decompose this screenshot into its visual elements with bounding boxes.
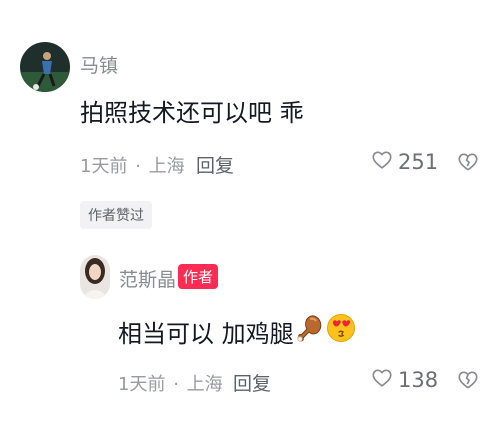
reply-avatar[interactable] [80, 255, 110, 299]
author-liked-chip: 作者赞过 [80, 201, 152, 229]
comment-location: 上海 [148, 156, 185, 177]
meta-separator: · [173, 374, 179, 395]
reply-text-row: 相当可以 加鸡腿 [118, 313, 356, 349]
meta-separator: · [135, 156, 141, 177]
broken-heart-icon [458, 371, 478, 389]
comment-text: 拍照技术还可以吧 乖 [80, 99, 304, 127]
reply-text: 相当可以 加鸡腿 [118, 319, 294, 348]
reply-like-count: 138 [398, 368, 439, 392]
reply-button[interactable]: 回复 [196, 151, 234, 178]
comment-meta: 1天前 · 上海 [80, 152, 185, 178]
author-badge: 作者 [178, 264, 219, 289]
reply-username[interactable]: 范斯晶 [119, 265, 176, 292]
reply-like-button[interactable]: 138 [371, 367, 438, 393]
comment-time: 1天前 [80, 156, 128, 177]
reply-time: 1天前 [118, 374, 166, 395]
reply-location: 上海 [186, 374, 223, 395]
reply-dislike-button[interactable] [457, 369, 479, 395]
reply-meta: 1天前 · 上海 [118, 370, 223, 396]
heart-outline-icon [371, 149, 393, 175]
broken-heart-icon [458, 153, 478, 171]
heart-eyes-emoji [326, 313, 356, 349]
reply-reply-button[interactable]: 回复 [233, 369, 271, 396]
like-button[interactable]: 251 [371, 149, 438, 175]
dislike-button[interactable] [457, 151, 479, 177]
comment-username[interactable]: 马镇 [80, 51, 118, 78]
like-count: 251 [398, 150, 439, 174]
avatar[interactable] [20, 42, 70, 92]
heart-outline-icon [371, 367, 393, 393]
poultry-leg-emoji [296, 313, 324, 349]
